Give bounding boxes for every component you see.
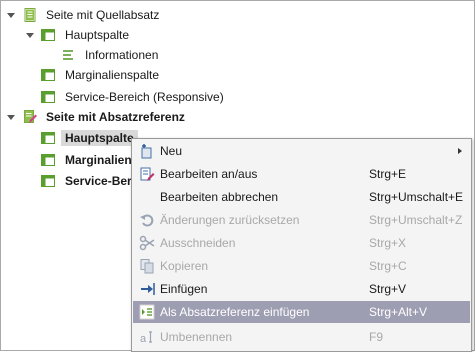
menu-item-aenderungen-zuruecksetzen[interactable]: Änderungen zurücksetzen Strg+Umschalt+Z bbox=[133, 209, 470, 231]
edit-icon bbox=[140, 167, 155, 181]
tree-item-label: Seite mit Quellabsatz bbox=[46, 8, 160, 22]
paragraph-icon bbox=[63, 50, 73, 60]
menu-item-label: Bearbeiten abbrechen bbox=[160, 190, 279, 204]
page-icon bbox=[24, 8, 36, 22]
tree-item-hauptspalte[interactable]: Hauptspalte bbox=[1, 25, 301, 45]
tree-item-service-bereich-2[interactable]: Service-Berei bbox=[1, 171, 132, 191]
menu-item-bearbeiten-abbrechen[interactable]: Bearbeiten abbrechen Strg+Umschalt+E bbox=[133, 186, 470, 208]
tree-item-label: Service-Berei bbox=[65, 174, 132, 188]
tree-item-seite-mit-quellabsatz[interactable]: Seite mit Quellabsatz bbox=[1, 5, 301, 25]
menu-item-shortcut: Strg+C bbox=[369, 259, 407, 273]
menu-item-label: Ausschneiden bbox=[160, 236, 236, 250]
svg-text:a: a bbox=[140, 333, 147, 345]
menu-item-label: Änderungen zurücksetzen bbox=[160, 213, 300, 227]
section-icon bbox=[41, 69, 55, 81]
tree-item-service-bereich[interactable]: Service-Bereich (Responsive) bbox=[1, 87, 301, 107]
menu-item-shortcut: Strg+V bbox=[369, 282, 407, 296]
rename-icon: a bbox=[140, 331, 152, 345]
tree-item-label: Hauptspalte bbox=[65, 28, 130, 42]
section-icon bbox=[41, 132, 55, 144]
menu-item-label: Neu bbox=[160, 144, 183, 158]
menu-item-shortcut: Strg+Alt+V bbox=[369, 305, 428, 319]
tree-item-label: Seite mit Absatzreferenz bbox=[46, 110, 185, 124]
menu-item-einfuegen[interactable]: Einfügen Strg+V bbox=[133, 278, 470, 300]
menu-item-neu[interactable]: Neu bbox=[133, 140, 470, 162]
tree-item-label: Marginalienspalte bbox=[65, 68, 160, 82]
tree-item-label: Hauptspalte bbox=[61, 130, 138, 146]
menu-item-kopieren[interactable]: Kopieren Strg+C bbox=[133, 255, 470, 277]
chevron-down-icon[interactable] bbox=[6, 10, 16, 20]
tree-item-informationen[interactable]: Informationen bbox=[1, 45, 301, 65]
section-icon bbox=[41, 175, 55, 187]
undo-icon bbox=[140, 214, 154, 227]
tree-item-seite-mit-absatzreferenz[interactable]: Seite mit Absatzreferenz bbox=[1, 107, 301, 127]
copy-icon bbox=[140, 259, 154, 274]
menu-item-ausschneiden[interactable]: Ausschneiden Strg+X bbox=[133, 232, 470, 254]
paste-icon bbox=[141, 283, 155, 295]
menu-item-shortcut: F9 bbox=[369, 330, 384, 344]
tree-item-marginalienspalte[interactable]: Marginalienspalte bbox=[1, 65, 301, 85]
tree-item-label: Marginaliens bbox=[65, 153, 132, 167]
menu-item-shortcut: Strg+X bbox=[369, 236, 407, 250]
context-menu: Neu Bearbeiten an/aus Strg+E Bearbeiten … bbox=[131, 138, 472, 352]
section-icon bbox=[41, 154, 55, 166]
menu-item-label: Bearbeiten an/aus bbox=[160, 167, 258, 181]
menu-item-label: Einfügen bbox=[160, 282, 208, 296]
menu-item-shortcut: Strg+Umschalt+E bbox=[369, 190, 464, 204]
section-icon bbox=[41, 29, 55, 41]
new-icon bbox=[141, 144, 152, 159]
submenu-arrow-icon bbox=[458, 148, 462, 154]
menu-item-als-absatzreferenz-einfuegen[interactable]: Als Absatzreferenz einfügen Strg+Alt+V bbox=[133, 301, 470, 323]
section-icon bbox=[41, 91, 55, 103]
page-edit-icon bbox=[24, 110, 37, 123]
tree-item-label: Informationen bbox=[85, 48, 159, 62]
chevron-down-icon[interactable] bbox=[6, 112, 16, 122]
chevron-down-icon[interactable] bbox=[25, 30, 35, 40]
menu-item-label: Umbenennen bbox=[160, 330, 233, 344]
paste-reference-icon bbox=[139, 304, 155, 320]
menu-item-umbenennen[interactable]: a Umbenennen F9 bbox=[133, 326, 470, 348]
scissors-icon bbox=[139, 235, 155, 251]
menu-item-label: Kopieren bbox=[160, 259, 209, 273]
menu-item-shortcut: Strg+Umschalt+Z bbox=[369, 213, 463, 227]
menu-item-bearbeiten-an-aus[interactable]: Bearbeiten an/aus Strg+E bbox=[133, 163, 470, 185]
menu-item-label: Als Absatzreferenz einfügen bbox=[160, 305, 310, 319]
tree-item-label: Service-Bereich (Responsive) bbox=[65, 90, 224, 104]
menu-item-shortcut: Strg+E bbox=[369, 167, 407, 181]
tree-item-marginalienspalte-2[interactable]: Marginaliens bbox=[1, 150, 132, 170]
